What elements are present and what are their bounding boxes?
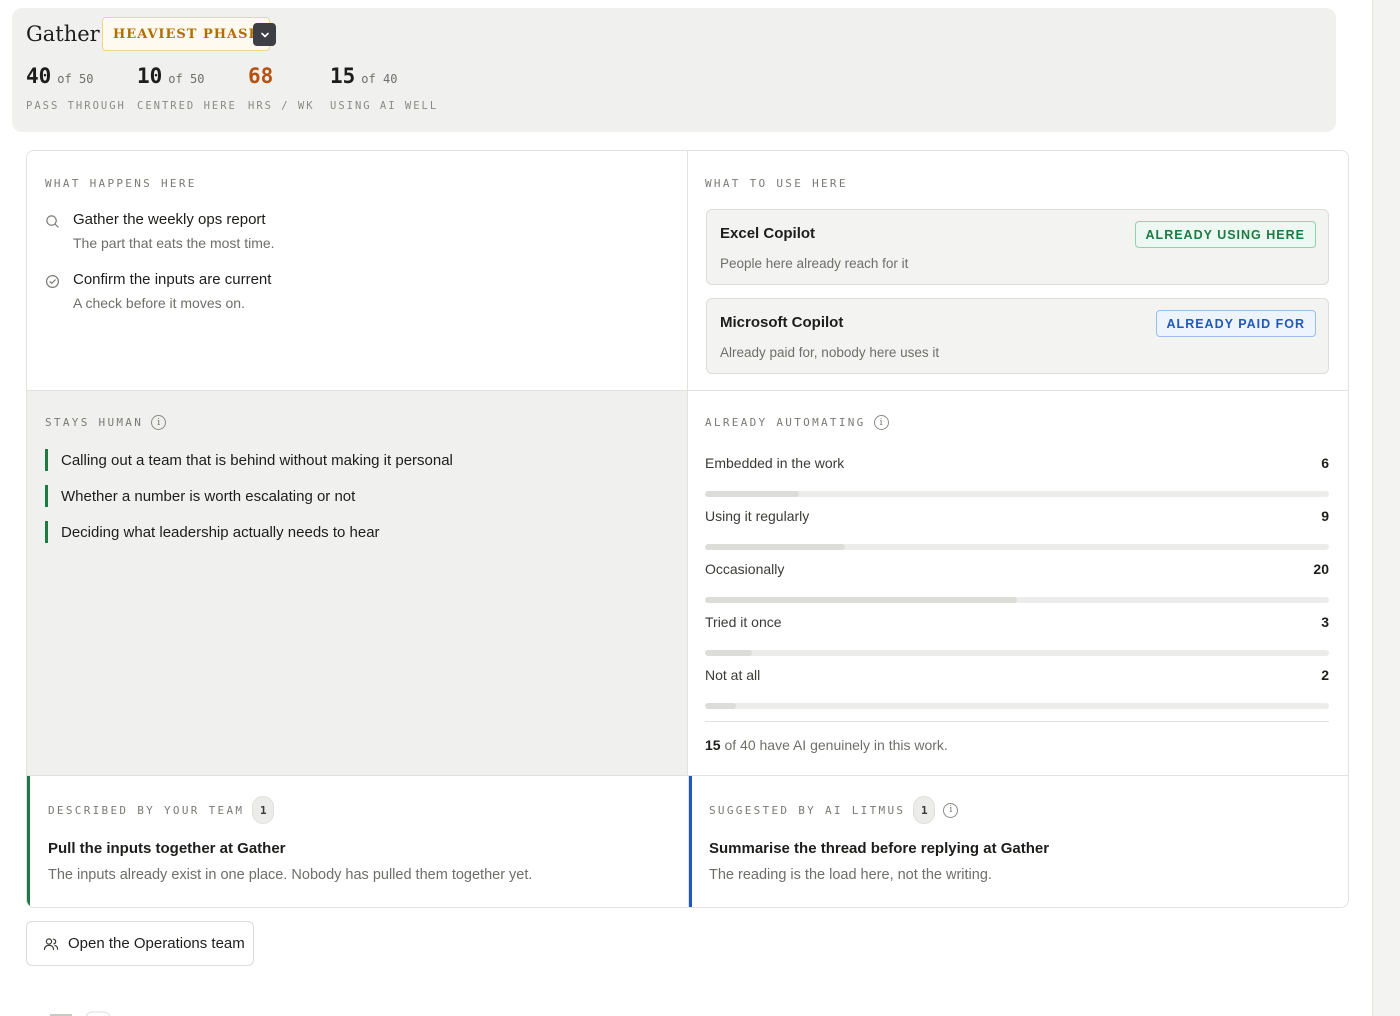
summary-count: 15 — [705, 737, 721, 753]
expand-phase-button[interactable] — [253, 23, 276, 46]
search-icon — [46, 215, 59, 228]
stat-label: CENTRED HERE — [137, 100, 237, 112]
stat-denominator: of 40 — [361, 72, 398, 86]
phase-header: Gather HEAVIEST PHASE 40 of 50 PASS THRO… — [12, 8, 1336, 132]
phase-title: Gather — [26, 22, 100, 46]
tool-description: Already paid for, nobody here uses it — [720, 345, 940, 360]
stays-human-item: Calling out a team that is behind withou… — [45, 449, 453, 471]
adoption-row: Embedded in the work 6 — [705, 455, 1329, 497]
section-label-text: DESCRIBED BY YOUR TEAM — [48, 803, 245, 817]
open-operations-team-button[interactable]: Open the Operations team — [26, 921, 254, 966]
stat-label: HRS / WK — [248, 100, 315, 112]
adoption-count: 3 — [1321, 614, 1329, 630]
adoption-row: Not at all 2 — [705, 667, 1329, 709]
section-label-text: ALREADY AUTOMATING — [705, 416, 866, 429]
step-title: Confirm the inputs are current — [73, 271, 272, 288]
stat-denominator: of 50 — [57, 72, 94, 86]
info-icon[interactable]: i — [151, 415, 167, 430]
step-item: Confirm the inputs are current A check b… — [45, 271, 271, 311]
adoption-label: Using it regularly — [705, 508, 810, 524]
adoption-label: Embedded in the work — [705, 455, 845, 471]
stat-value: 68 — [248, 64, 274, 88]
stat-label: PASS THROUGH — [26, 100, 126, 112]
stat-value: 15 — [330, 64, 356, 88]
recommendation-description: The inputs already exist in one place. N… — [48, 867, 533, 883]
adoption-bar-fill — [705, 597, 1017, 603]
stays-human-item: Whether a number is worth escalating or … — [45, 485, 355, 507]
adoption-bar — [705, 703, 1329, 709]
section-label: DESCRIBED BY YOUR TEAM 1 — [48, 796, 275, 824]
adoption-row: Tried it once 3 — [705, 614, 1329, 656]
summary-text: of 40 have AI genuinely in this work. — [724, 737, 948, 753]
stat-centred-here: 10 of 50 CENTRED HERE — [137, 64, 237, 112]
what-to-use-panel: WHAT TO USE HERE Excel Copilot People he… — [688, 151, 1348, 391]
section-label: SUGGESTED BY AI LITMUS 1 i — [709, 796, 959, 824]
suggested-by-ai-panel: SUGGESTED BY AI LITMUS 1 i Summarise the… — [689, 776, 1348, 907]
phase-detail-card: WHAT HAPPENS HERE Gather the weekly ops … — [26, 150, 1349, 908]
stat-hours-per-week: 68 HRS / WK — [248, 64, 315, 112]
recommendation-title: Pull the inputs together at Gather — [48, 840, 286, 857]
tool-card-microsoft-copilot[interactable]: Microsoft Copilot Already paid for, nobo… — [706, 298, 1329, 374]
described-by-team-panel: DESCRIBED BY YOUR TEAM 1 Pull the inputs… — [27, 776, 689, 907]
adoption-row: Using it regularly 9 — [705, 508, 1329, 550]
stat-pass-through: 40 of 50 PASS THROUGH — [26, 64, 126, 112]
stat-value: 40 — [26, 64, 52, 88]
section-label-text: SUGGESTED BY AI LITMUS — [709, 803, 906, 817]
chevron-down-icon — [260, 32, 269, 37]
heaviest-phase-badge: HEAVIEST PHASE — [102, 17, 271, 51]
stays-human-item: Deciding what leadership actually needs … — [45, 521, 380, 543]
open-team-label: Open the Operations team — [68, 935, 245, 952]
info-icon[interactable]: i — [943, 802, 959, 818]
scrollbar-rail[interactable] — [1372, 0, 1400, 1016]
adoption-label: Not at all — [705, 667, 761, 683]
stat-denominator: of 50 — [168, 72, 205, 86]
stays-human-panel: STAYS HUMAN i Calling out a team that is… — [27, 391, 688, 776]
adoption-bar-fill — [705, 703, 737, 709]
adoption-bar — [705, 491, 1329, 497]
stat-value: 10 — [137, 64, 163, 88]
section-label-text: STAYS HUMAN — [45, 416, 144, 429]
section-label: ALREADY AUTOMATING i — [705, 415, 889, 430]
adoption-count: 20 — [1313, 561, 1329, 577]
count-badge: 1 — [252, 796, 275, 824]
recommendation-description: The reading is the load here, not the wr… — [709, 867, 992, 883]
count-badge: 1 — [913, 796, 936, 824]
step-subtitle: The part that eats the most time. — [73, 235, 275, 251]
adoption-row: Occasionally 20 — [705, 561, 1329, 603]
step-title: Gather the weekly ops report — [73, 211, 266, 228]
stat-label: USING AI WELL — [330, 100, 439, 112]
tool-card-excel-copilot[interactable]: Excel Copilot People here already reach … — [706, 209, 1329, 285]
adoption-count: 2 — [1321, 667, 1329, 683]
section-label: STAYS HUMAN i — [45, 415, 167, 430]
adoption-bar-fill — [705, 544, 846, 550]
already-automating-panel: ALREADY AUTOMATING i Embedded in the wor… — [688, 391, 1348, 776]
adoption-label: Tried it once — [705, 614, 782, 630]
section-label: WHAT TO USE HERE — [705, 177, 848, 190]
adoption-bar-fill — [705, 650, 752, 656]
tool-name: Microsoft Copilot — [720, 314, 844, 331]
tool-name: Excel Copilot — [720, 225, 816, 242]
step-item: Gather the weekly ops report The part th… — [45, 211, 275, 251]
what-happens-panel: WHAT HAPPENS HERE Gather the weekly ops … — [27, 151, 688, 391]
adoption-label: Occasionally — [705, 561, 785, 577]
divider — [705, 721, 1329, 722]
next-section-peek — [48, 1008, 118, 1016]
adoption-bar-fill — [705, 491, 799, 497]
tool-description: People here already reach for it — [720, 256, 909, 271]
tool-status-badge: ALREADY PAID FOR — [1155, 310, 1316, 337]
stat-using-ai-well: 15 of 40 USING AI WELL — [330, 64, 438, 112]
adoption-bar — [705, 597, 1329, 603]
automation-summary: 15 of 40 have AI genuinely in this work. — [705, 737, 948, 753]
adoption-count: 9 — [1321, 508, 1329, 524]
adoption-bar — [705, 650, 1329, 656]
section-label: WHAT HAPPENS HERE — [45, 177, 197, 190]
step-subtitle: A check before it moves on. — [73, 295, 245, 311]
users-icon — [43, 937, 59, 950]
tool-status-badge: ALREADY USING HERE — [1134, 221, 1316, 248]
adoption-bar — [705, 544, 1329, 550]
adoption-count: 6 — [1321, 455, 1329, 471]
info-icon[interactable]: i — [873, 415, 889, 430]
recommendation-title: Summarise the thread before replying at … — [709, 840, 1050, 857]
check-circle-icon — [45, 274, 60, 289]
